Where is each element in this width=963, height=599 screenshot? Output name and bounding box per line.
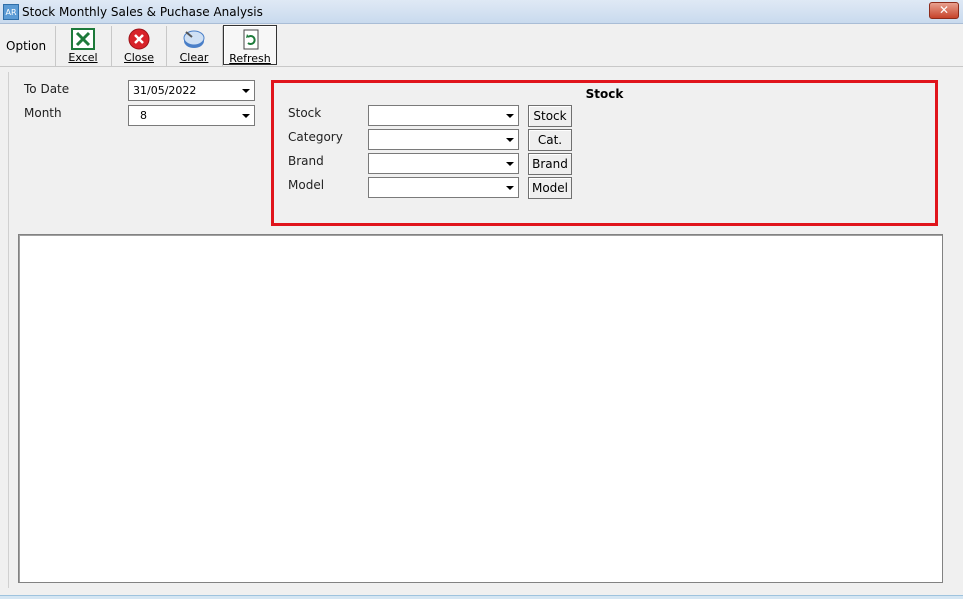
panel-border	[8, 72, 9, 588]
results-grid[interactable]	[18, 234, 943, 583]
close-icon	[128, 28, 150, 50]
window-bottom-border	[0, 595, 963, 599]
category-lookup-button[interactable]: Cat.	[528, 129, 572, 151]
category-label: Category	[288, 130, 343, 144]
chevron-down-icon[interactable]	[502, 179, 517, 196]
brand-label: Brand	[288, 154, 324, 168]
to-date-label: To Date	[24, 82, 70, 96]
month-label: Month	[24, 106, 62, 120]
month-value: 8	[140, 109, 147, 122]
chevron-down-icon[interactable]	[502, 155, 517, 172]
title-bar: AR Stock Monthly Sales & Puchase Analysi…	[0, 0, 963, 24]
to-date-picker[interactable]: 31/05/2022	[128, 80, 255, 101]
stock-lookup-button[interactable]: Stock	[528, 105, 572, 127]
clear-button[interactable]: Clear	[167, 25, 221, 65]
app-icon: AR	[3, 4, 19, 20]
chevron-down-icon[interactable]	[238, 107, 253, 124]
brand-lookup-button[interactable]: Brand	[528, 153, 572, 175]
option-label: Option	[6, 39, 47, 53]
refresh-label: Refresh	[229, 52, 271, 65]
window-close-button[interactable]: ✕	[929, 2, 959, 19]
model-lookup-button[interactable]: Model	[528, 177, 572, 199]
excel-icon	[71, 28, 95, 50]
close-label: Close	[124, 51, 154, 64]
refresh-icon	[243, 29, 259, 50]
refresh-button[interactable]: Refresh	[223, 25, 277, 65]
category-dropdown[interactable]	[368, 129, 519, 150]
month-dropdown[interactable]: 8	[128, 105, 255, 126]
stock-label: Stock	[288, 106, 322, 120]
model-dropdown[interactable]	[368, 177, 519, 198]
toolbar: Option Excel Close Clear Refresh	[0, 24, 963, 67]
clear-label: Clear	[179, 51, 209, 64]
to-date-value: 31/05/2022	[133, 84, 197, 97]
stock-dropdown[interactable]	[368, 105, 519, 126]
brand-dropdown[interactable]	[368, 153, 519, 174]
stock-group-title: Stock	[585, 87, 624, 101]
model-label: Model	[288, 178, 325, 192]
chevron-down-icon[interactable]	[502, 107, 517, 124]
excel-label: Excel	[68, 51, 98, 64]
chevron-down-icon[interactable]	[238, 82, 253, 99]
excel-button[interactable]: Excel	[56, 25, 110, 65]
clear-icon	[183, 30, 205, 48]
chevron-down-icon[interactable]	[502, 131, 517, 148]
window-title: Stock Monthly Sales & Puchase Analysis	[22, 5, 263, 19]
close-button[interactable]: Close	[112, 25, 166, 65]
